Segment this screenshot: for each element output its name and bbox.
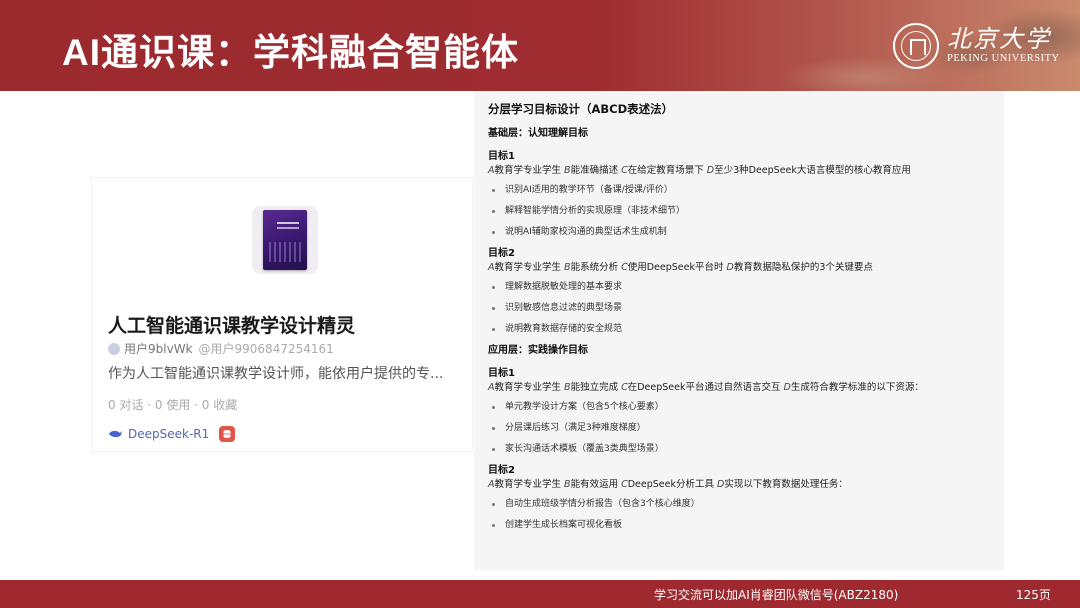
goal-description: A教育学专业学生 B能有效运用 CDeepSeek分析工具 D实现以下教育数据处… (488, 479, 848, 490)
goal-items: 单元教学设计方案（包含5个核心要素） 分层课后练习（满足3种难度梯度） 家长沟通… (488, 401, 998, 456)
agent-stats: 0 对话 · 0 使用 · 0 收藏 (108, 398, 238, 412)
goal-items: 识别AI适用的教学环节（备课/授课/评价） 解释智能学情分析的实现原理（非技术细… (488, 184, 998, 239)
panel-heading: 分层学习目标设计（ABCD表述法） (488, 102, 674, 116)
database-icon[interactable] (219, 426, 236, 442)
goal-title: 目标2 (488, 248, 515, 259)
list-item: 理解数据脱敏处理的基本要求 (488, 281, 998, 294)
footer-bar: 学习交流可以加AI肖睿团队微信号(ABZ2180) 125页 (0, 580, 1080, 608)
goal-description: A教育学专业学生 B能系统分析 C使用DeepSeek平台时 D教育数据隐私保护… (488, 262, 873, 273)
pku-seal-icon (893, 23, 939, 69)
list-item: 识别AI适用的教学环节（备课/授课/评价） (488, 184, 998, 197)
list-item: 分层课后练习（满足3种难度梯度） (488, 422, 998, 435)
goal-description: A教育学专业学生 B能独立完成 C在DeepSeek平台通过自然语言交互 D生成… (488, 382, 924, 393)
user-icon (108, 342, 120, 355)
layer-application: 应用层：实践操作目标 (488, 345, 588, 356)
slide-title: AI通识课：学科融合智能体 (62, 32, 519, 73)
objectives-panel: 分层学习目标设计（ABCD表述法） 基础层：认知理解目标 目标1 A教育学专业学… (474, 91, 1004, 570)
list-item: 单元教学设计方案（包含5个核心要素） (488, 401, 998, 414)
logo-chinese: 北京大学 (947, 25, 1051, 53)
agent-author[interactable]: 用户9blvWk @用户9906847254161 (108, 340, 334, 357)
model-name: DeepSeek-R1 (128, 427, 210, 441)
footer-note: 学习交流可以加AI肖睿团队微信号(ABZ2180) (654, 588, 899, 602)
agent-cover (252, 206, 318, 274)
list-item: 自动生成班级学情分析报告（包含3个核心维度） (488, 498, 998, 511)
goal-title: 目标1 (488, 368, 515, 379)
author-name: 用户9blvWk (124, 342, 193, 356)
book-cover-icon (263, 210, 307, 270)
layer-basic: 基础层：认知理解目标 (488, 128, 588, 139)
goal-title: 目标1 (488, 151, 515, 162)
list-item: 创建学生成长档案可视化看板 (488, 519, 998, 532)
agent-description: 作为人工智能通识课教学设计师，能依用户提供的专... (108, 366, 444, 382)
whale-icon (108, 429, 122, 439)
logo-english: PEKING UNIVERSITY (947, 53, 1060, 64)
page-number: 125页 (1016, 588, 1051, 602)
list-item: 家长沟通话术模板（覆盖3类典型场景） (488, 443, 998, 456)
agent-card[interactable]: 人工智能通识课教学设计精灵 用户9blvWk @用户9906847254161 … (92, 178, 472, 451)
goal-title: 目标2 (488, 465, 515, 476)
goal-description: A教育学专业学生 B能准确描述 C在给定教育场景下 D至少3种DeepSeek大… (488, 165, 911, 176)
list-item: 识别敏感信息过滤的典型场景 (488, 302, 998, 315)
goal-items: 理解数据脱敏处理的基本要求 识别敏感信息过滤的典型场景 说明教育数据存储的安全规… (488, 281, 998, 336)
header-banner: AI通识课：学科融合智能体 北京大学 PEKING UNIVERSITY (0, 0, 1080, 91)
list-item: 说明教育数据存储的安全规范 (488, 323, 998, 336)
model-tag: DeepSeek-R1 (108, 426, 236, 442)
author-handle: @用户9906847254161 (198, 342, 334, 356)
list-item: 说明AI辅助家校沟通的典型话术生成机制 (488, 226, 998, 239)
list-item: 解释智能学情分析的实现原理（非技术细节） (488, 205, 998, 218)
goal-items: 自动生成班级学情分析报告（包含3个核心维度） 创建学生成长档案可视化看板 (488, 498, 998, 532)
agent-title: 人工智能通识课教学设计精灵 (108, 315, 356, 337)
pku-logo: 北京大学 PEKING UNIVERSITY (893, 20, 1073, 72)
